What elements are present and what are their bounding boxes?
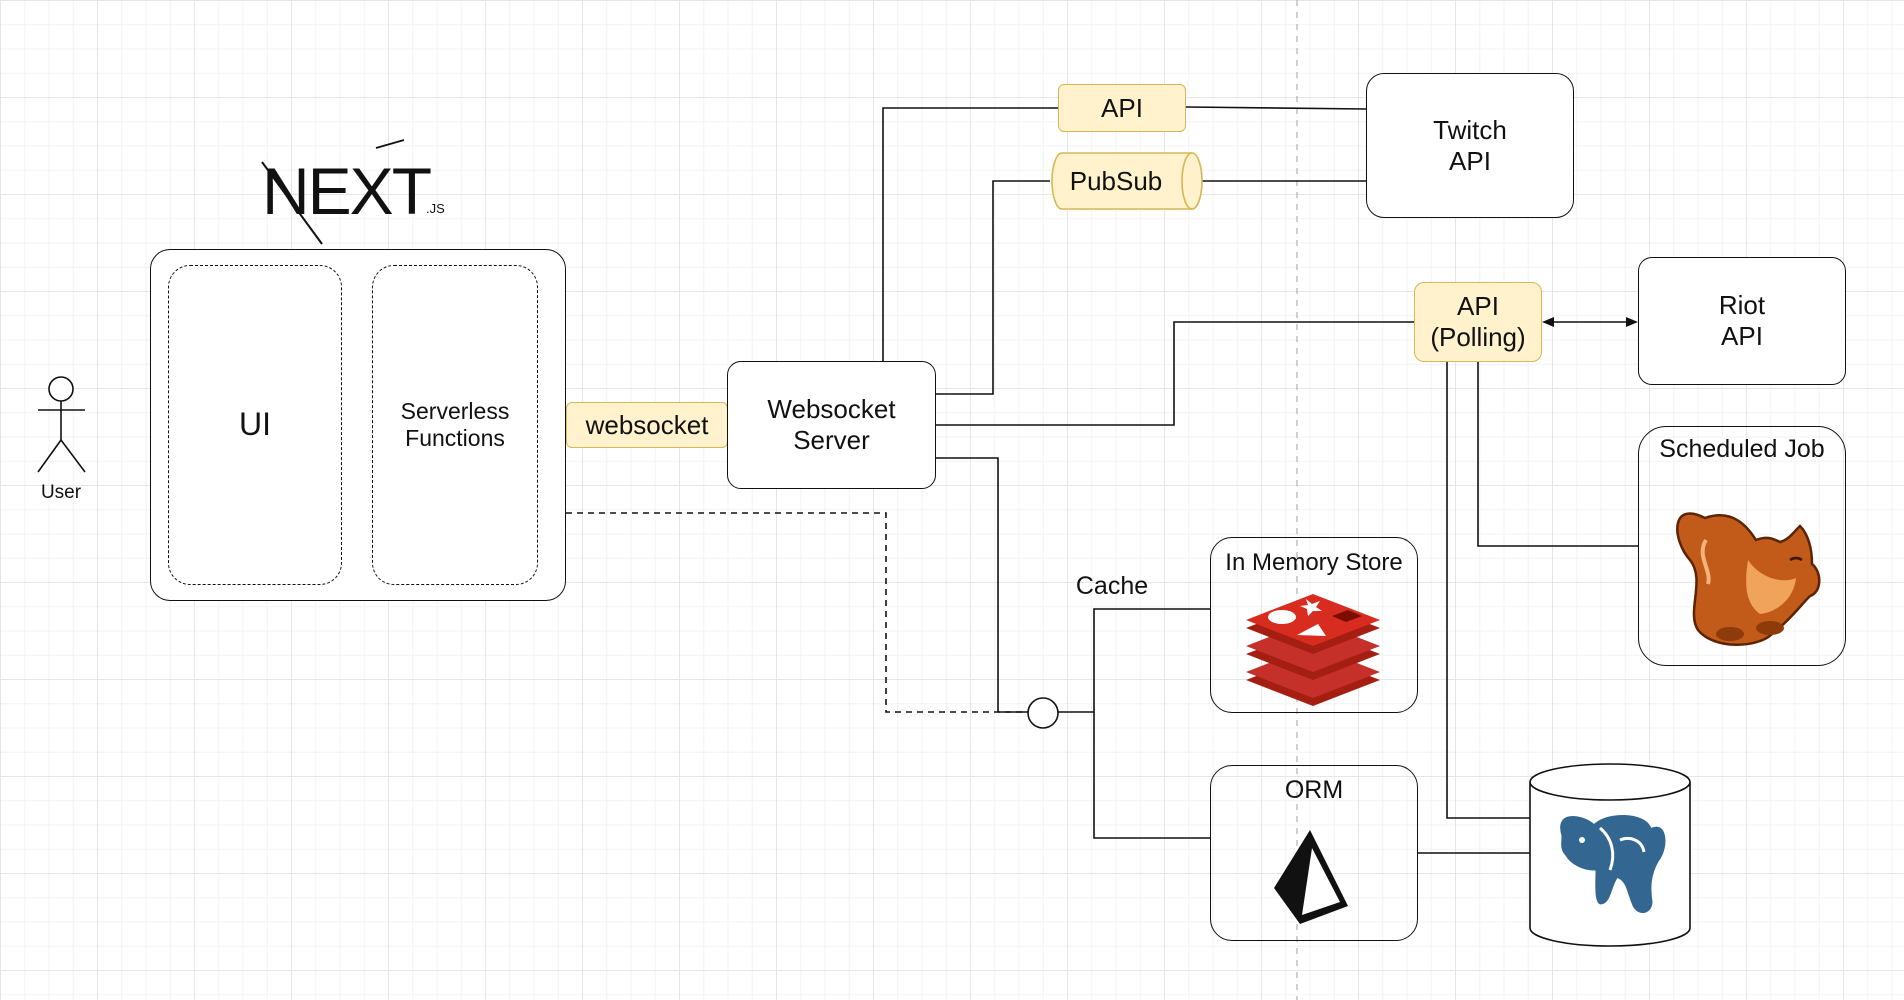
api-to-twitch-connector — [1185, 106, 1367, 110]
ui-label: UI — [239, 406, 271, 443]
serverless-functions-label: Serverless Functions — [400, 397, 510, 451]
junction-circle[interactable] — [1027, 697, 1059, 729]
serverless-to-junction-connector — [566, 512, 1028, 713]
websocket-server-label: Websocket Server — [767, 394, 896, 455]
junction-to-orm-connector — [1093, 712, 1210, 839]
api-tag[interactable]: API — [1058, 84, 1186, 132]
pubsub-label: PubSub — [1069, 165, 1163, 196]
server-to-api-connector — [882, 107, 1058, 362]
junction-to-cache-connector — [1058, 608, 1210, 713]
websocket-tag[interactable]: websocket — [566, 402, 728, 448]
polling-to-database-connector — [1446, 362, 1530, 819]
diagram-canvas: NEXT .JS User UI Serverless Functions we… — [0, 0, 1904, 1000]
nextjs-logo-text: NEXT — [262, 154, 432, 229]
riot-api-label: Riot API — [1718, 290, 1766, 351]
cache-label: Cache — [1075, 572, 1149, 601]
arrowhead-right-icon — [1626, 317, 1638, 327]
nextjs-logo-suffix: .JS — [426, 201, 445, 217]
stick-figure-icon — [37, 376, 86, 473]
server-to-junction-connector — [936, 457, 1028, 713]
orm-label: ORM — [1284, 776, 1344, 805]
scheduled-job-label: Scheduled Job — [1659, 435, 1825, 464]
user-label: User — [40, 481, 82, 503]
twitch-api-label: Twitch API — [1433, 114, 1507, 176]
arrowhead-left-icon — [1542, 317, 1554, 327]
polling-to-scheduler-connector — [1477, 362, 1638, 547]
server-to-polling-connector — [936, 321, 1414, 426]
api-polling-tag[interactable]: API (Polling) — [1414, 282, 1542, 362]
server-to-pubsub-connector — [936, 180, 1050, 395]
in-memory-store-label: In Memory Store — [1225, 548, 1403, 576]
